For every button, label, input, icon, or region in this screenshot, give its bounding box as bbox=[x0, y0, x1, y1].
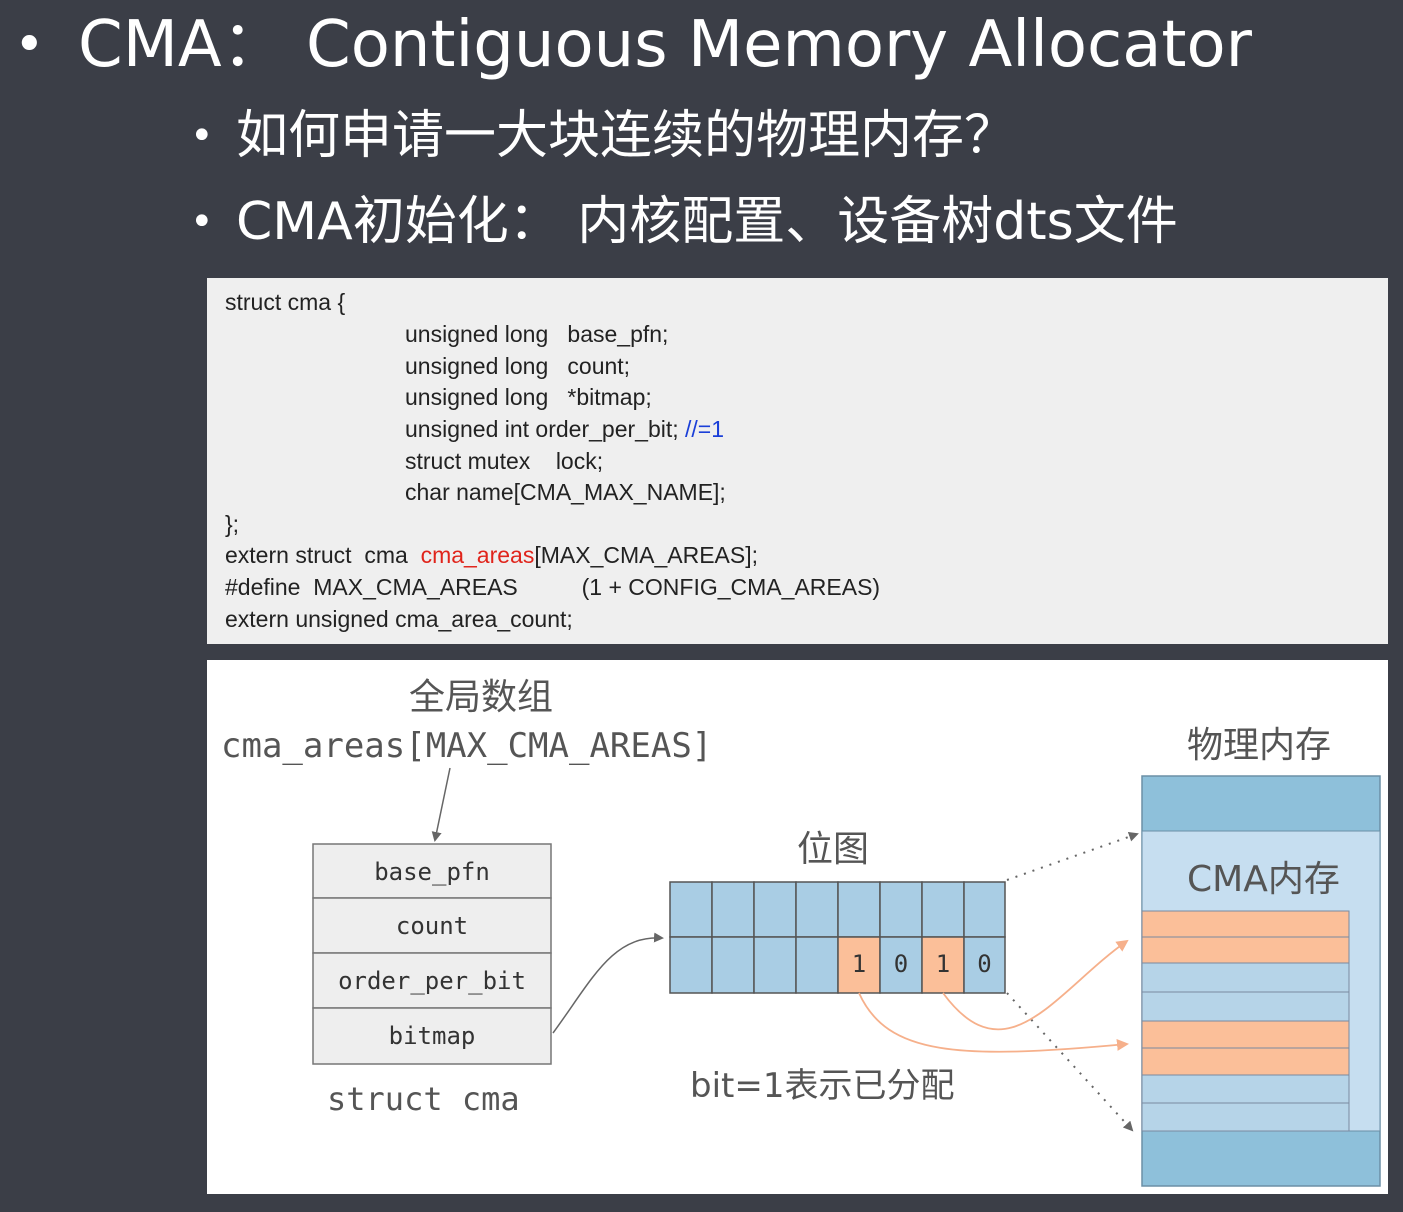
mem-row-allocated bbox=[1141, 1047, 1350, 1076]
bitmap-bit: 0 bbox=[893, 950, 909, 978]
code-line: unsigned long *bitmap; bbox=[405, 384, 652, 410]
bitmap-cell bbox=[921, 881, 965, 938]
bitmap-label: 位图 bbox=[797, 829, 870, 870]
code-line: extern struct cma cma_areas[MAX_CMA_AREA… bbox=[225, 540, 758, 570]
orange-arrow-bit1 bbox=[858, 992, 1129, 1053]
code-line: struct mutex lock; bbox=[405, 448, 604, 474]
physical-memory-label: 物理内存 bbox=[1187, 725, 1332, 766]
bitmap-cell bbox=[963, 881, 1006, 938]
bullet-dot: • bbox=[14, 15, 45, 75]
code-block: struct cma { unsigned long base_pfn; uns… bbox=[207, 278, 1388, 644]
struct-field-label: order_per_bit bbox=[338, 967, 526, 995]
struct-cma-caption: struct cma bbox=[327, 1080, 520, 1118]
cma-memory-label: CMA内存 bbox=[1187, 859, 1340, 900]
bitmap-cell bbox=[753, 881, 797, 938]
mem-row-free bbox=[1141, 962, 1350, 993]
bitmap-note: bit=1表示已分配 bbox=[690, 1066, 955, 1106]
bitmap-bit: 0 bbox=[977, 950, 992, 978]
array-name-label: cma_areas[MAX_CMA_AREAS] bbox=[221, 726, 713, 766]
struct-field-label: count bbox=[395, 912, 469, 940]
code-line: struct cma { bbox=[225, 289, 346, 315]
code-line: unsigned int order_per_bit; //=1 bbox=[405, 414, 724, 444]
bullet-dot: • bbox=[190, 199, 214, 245]
bitmap-cell bbox=[795, 881, 839, 938]
bitmap-cell bbox=[795, 936, 839, 994]
dotted-arrow-bottom bbox=[1006, 992, 1134, 1132]
array-to-struct-arrow bbox=[431, 767, 451, 842]
global-array-label: 全局数组 bbox=[409, 677, 554, 718]
code-comment: //=1 bbox=[678, 416, 725, 442]
code-line: #define MAX_CMA_AREAS (1 + CONFIG_CMA_AR… bbox=[225, 574, 881, 600]
mem-row-free bbox=[1141, 991, 1350, 1022]
code-text: [MAX_CMA_AREAS]; bbox=[534, 542, 759, 568]
mem-row-allocated bbox=[1141, 936, 1350, 964]
bitmap-pointer-arrow bbox=[552, 932, 664, 1034]
struct-field-label: base_pfn bbox=[374, 858, 490, 886]
bitmap-cell bbox=[711, 936, 755, 994]
code-line: char name[CMA_MAX_NAME]; bbox=[405, 479, 726, 505]
code-line: }; bbox=[225, 511, 240, 537]
bullet-dot: • bbox=[190, 113, 214, 159]
code-line: unsigned long count; bbox=[405, 353, 631, 379]
struct-field-label: bitmap bbox=[388, 1022, 476, 1050]
mem-row-allocated bbox=[1141, 910, 1350, 938]
dotted-arrow-top bbox=[1006, 831, 1139, 881]
bitmap-cell bbox=[669, 936, 713, 994]
code-line: extern unsigned cma_area_count; bbox=[225, 606, 573, 632]
code-text: extern struct cma bbox=[225, 542, 421, 568]
bitmap-cell bbox=[753, 936, 797, 994]
bitmap-bit: 1 bbox=[851, 950, 867, 978]
code-line: unsigned long base_pfn; bbox=[405, 321, 669, 347]
bitmap-bit: 1 bbox=[935, 950, 951, 978]
bitmap-cell bbox=[837, 881, 881, 938]
bullet-text: CMA初始化： 内核配置、设备树dts文件 bbox=[236, 192, 1178, 252]
bitmap-cell bbox=[879, 881, 923, 938]
slide-title: CMA： Contiguous Memory Allocator bbox=[78, 8, 1252, 82]
bitmap-cell bbox=[711, 881, 755, 938]
bullet-text: 如何申请一大块连续的物理内存？ bbox=[236, 106, 1017, 166]
mem-row-free bbox=[1141, 1102, 1350, 1132]
code-highlight: cma_areas bbox=[420, 542, 535, 568]
mem-row-free bbox=[1141, 1074, 1350, 1104]
cma-diagram: 全局数组 cma_areas[MAX_CMA_AREAS] 物理内存 CMA内存… bbox=[207, 660, 1388, 1194]
bitmap-cell bbox=[669, 881, 713, 938]
code-text: unsigned int order_per_bit; bbox=[405, 416, 679, 442]
mem-row-allocated bbox=[1141, 1020, 1350, 1049]
